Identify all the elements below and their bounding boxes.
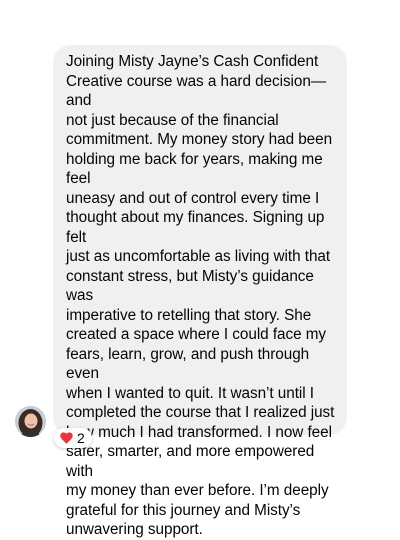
reaction-count: 2 bbox=[77, 430, 85, 446]
message-text: Joining Misty Jayne’s Cash Confident Cre… bbox=[66, 53, 335, 538]
reaction-badge[interactable]: 2 bbox=[54, 428, 92, 448]
heart-icon bbox=[60, 432, 73, 444]
message-bubble[interactable]: Joining Misty Jayne’s Cash Confident Cre… bbox=[53, 45, 347, 538]
avatar[interactable] bbox=[15, 406, 46, 437]
avatar-image bbox=[15, 406, 46, 437]
message-row: Joining Misty Jayne’s Cash Confident Cre… bbox=[0, 0, 400, 538]
